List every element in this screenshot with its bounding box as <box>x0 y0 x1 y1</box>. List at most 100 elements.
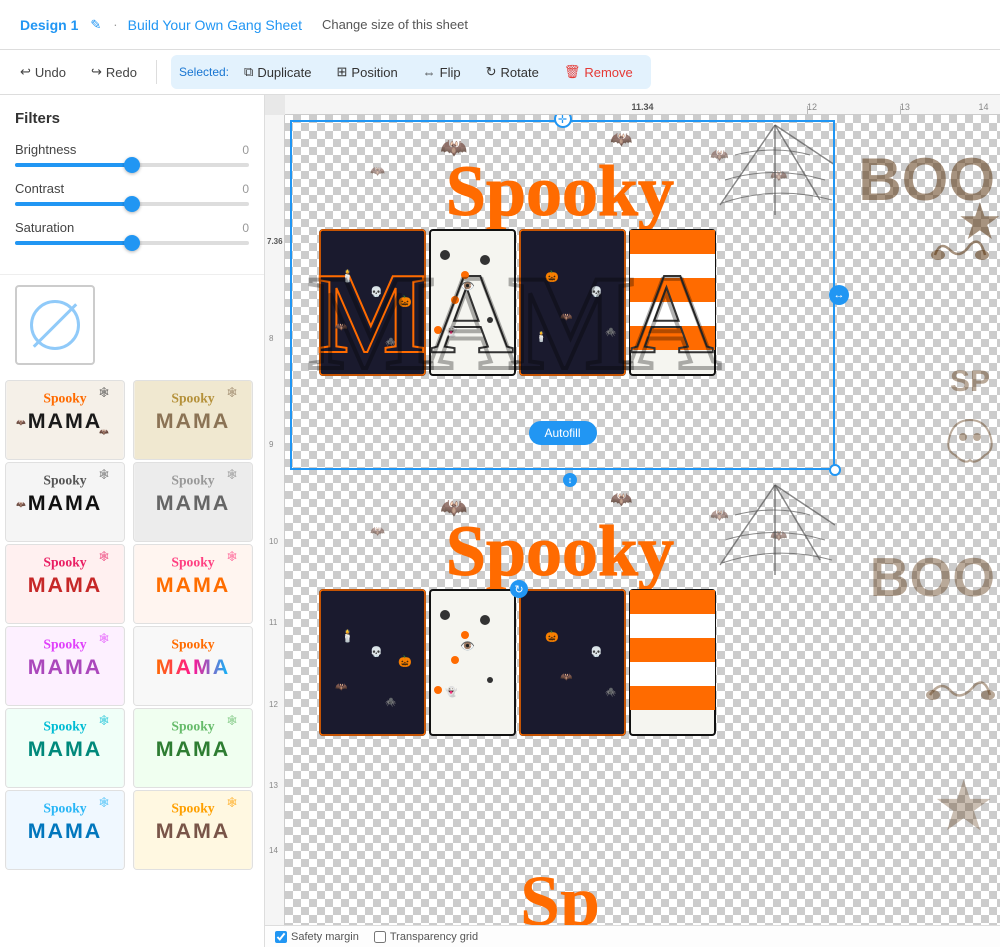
thumbnail-item[interactable]: Spooky MAMA <box>133 626 253 706</box>
resize-bottom-1[interactable]: ↕ <box>563 473 577 487</box>
svg-text:Sp: Sp <box>520 861 600 925</box>
canvas-area[interactable]: 11.34 12 13 14 7.36 8 9 10 11 12 13 14 B… <box>265 95 1000 947</box>
saturation-thumb[interactable] <box>124 235 140 251</box>
resize-right-1[interactable]: ↔ <box>829 285 849 305</box>
bottom-bar: Safety margin Transparency grid <box>265 925 1000 947</box>
main-layout: Filters Brightness 0 Contrast 0 <box>0 95 1000 947</box>
transparency-grid-toggle[interactable]: Transparency grid <box>374 931 478 943</box>
no-image-placeholder <box>15 285 95 365</box>
change-size-text[interactable]: Change size of this sheet <box>322 17 468 32</box>
svg-text:MAMA: MAMA <box>156 573 230 597</box>
svg-text:🎃: 🎃 <box>398 655 412 668</box>
thumbnail-grid: Spooky MAMA 🕸 🦇 🦇 Spooky MAMA 🕸 <box>0 375 264 875</box>
thumbnail-item[interactable]: Spooky MAMA 🕸 <box>133 708 253 788</box>
svg-text:Spooky: Spooky <box>43 390 86 405</box>
flip-button[interactable]: ⇔ Flip <box>413 60 471 85</box>
ruler-left-value: 7.36 <box>267 237 283 246</box>
svg-text:Spooky: Spooky <box>446 151 674 231</box>
position-label: Position <box>351 65 397 80</box>
edit-icon[interactable]: ✎ <box>90 17 101 33</box>
saturation-label: Saturation <box>15 220 74 235</box>
svg-text:MAMA: MAMA <box>156 737 230 761</box>
safety-margin-checkbox[interactable] <box>275 931 287 943</box>
contrast-label: Contrast <box>15 181 64 196</box>
thumbnail-item[interactable]: Spooky MAMA 🕸 🦇 🦇 <box>5 380 125 460</box>
design-item-2[interactable]: ↻ 🦇 🦇 🦇 🦇 🦇 <box>290 480 835 830</box>
svg-text:💀: 💀 <box>370 645 382 658</box>
undo-button[interactable]: ↩ Undo <box>10 58 76 86</box>
thumbnail-item[interactable]: Spooky MAMA 🕸 <box>5 544 125 624</box>
transparency-grid-label: Transparency grid <box>390 931 478 943</box>
duplicate-label: Duplicate <box>257 65 311 80</box>
svg-text:🦇: 🦇 <box>335 682 348 693</box>
thumbnail-item[interactable]: Spooky MAMA 🕸 <box>133 544 253 624</box>
transparency-grid-checkbox[interactable] <box>374 931 386 943</box>
rotate-handle-2[interactable]: ↻ <box>510 580 528 598</box>
position-button[interactable]: ⊞ Position <box>327 59 408 85</box>
brightness-slider[interactable] <box>15 163 249 167</box>
svg-text:Spooky: Spooky <box>171 718 214 733</box>
ruler-top-value: 11.34 <box>631 102 653 112</box>
svg-text:Spooky: Spooky <box>43 800 86 815</box>
autofill-button[interactable]: Autofill <box>528 421 596 445</box>
svg-text:Spooky: Spooky <box>446 511 674 591</box>
svg-text:🦇: 🦇 <box>710 147 729 164</box>
svg-text:🕷️: 🕷️ <box>385 697 396 707</box>
svg-text:🦇: 🦇 <box>99 428 109 437</box>
brightness-thumb[interactable] <box>124 157 140 173</box>
thumbnail-item[interactable]: Spooky MAMA 🕸 <box>133 380 253 460</box>
redo-button[interactable]: ↪ Redo <box>81 58 147 86</box>
saturation-value: 0 <box>242 221 249 235</box>
duplicate-button[interactable]: ⧉ Duplicate <box>234 59 322 85</box>
svg-text:MAMA: MAMA <box>28 573 102 597</box>
thumbnail-item[interactable]: Spooky MAMA 🕸 <box>5 790 125 870</box>
svg-text:Spooky: Spooky <box>43 718 86 733</box>
svg-text:🕸: 🕸 <box>98 551 110 563</box>
canvas-content[interactable]: BOO ★ SP BOO ★ <box>285 115 1000 925</box>
remove-button[interactable]: 🗑 Remove <box>554 59 643 85</box>
svg-text:🦇: 🦇 <box>710 507 729 524</box>
thumbnail-item[interactable]: Spooky MAMA 🕸 <box>133 462 253 542</box>
gang-sheet-link[interactable]: Build Your Own Gang Sheet <box>128 17 302 33</box>
saturation-slider[interactable] <box>15 241 249 245</box>
flip-icon: ⇔ <box>423 65 436 80</box>
design-svg-2: 🦇 🦇 🦇 🦇 🦇 <box>290 480 835 830</box>
duplicate-icon: ⧉ <box>244 64 253 80</box>
design-item-3-partial[interactable]: Sp <box>290 830 835 925</box>
safety-margin-toggle[interactable]: Safety margin <box>275 931 359 943</box>
brightness-label: Brightness <box>15 142 76 157</box>
svg-text:M: M <box>508 249 635 398</box>
svg-text:Spooky: Spooky <box>43 554 86 569</box>
position-icon: ⊞ <box>337 64 348 80</box>
left-sidebar: Filters Brightness 0 Contrast 0 <box>0 95 265 947</box>
rotate-label: Rotate <box>501 65 539 80</box>
svg-text:🕸: 🕸 <box>226 387 238 399</box>
contrast-slider[interactable] <box>15 202 249 206</box>
thumbnail-item[interactable]: Spooky MAMA 🕸 <box>133 790 253 870</box>
design-svg-1: 🦇 🦇 🦇 🦇 🦇 <box>290 120 835 470</box>
design-link[interactable]: Design 1 <box>20 17 78 33</box>
rotate-button[interactable]: ↻ Rotate <box>476 59 549 85</box>
svg-text:Spooky: Spooky <box>43 472 86 487</box>
toolbar-divider-1 <box>156 60 157 84</box>
svg-text:A: A <box>423 249 521 398</box>
no-image-icon <box>30 300 80 350</box>
safety-margin-label: Safety margin <box>291 931 359 943</box>
thumbnail-item[interactable]: Spooky MAMA 🕸 🦇 <box>5 462 125 542</box>
svg-text:💀: 💀 <box>590 645 602 658</box>
redo-label: Redo <box>106 65 137 80</box>
ruler-left-8: 8 <box>269 334 273 343</box>
thumbnail-item[interactable]: Spooky MAMA 🕸 <box>5 708 125 788</box>
svg-text:🎃: 🎃 <box>545 630 559 643</box>
resize-handle-br-1[interactable] <box>829 464 841 476</box>
svg-text:M: M <box>308 249 435 398</box>
svg-text:🕸: 🕸 <box>98 715 110 727</box>
svg-text:MAMA: MAMA <box>156 819 230 843</box>
design-item-1[interactable]: ✛ ↔ Autofill 🦇 🦇 🦇 🦇 🦇 <box>290 120 835 470</box>
undo-label: Undo <box>35 65 66 80</box>
thumbnail-item[interactable]: Spooky MAMA 🕸 <box>5 626 125 706</box>
svg-text:🕸: 🕸 <box>226 715 238 727</box>
svg-text:🕸: 🕸 <box>98 797 110 809</box>
contrast-thumb[interactable] <box>124 196 140 212</box>
svg-text:🦇: 🦇 <box>770 527 788 543</box>
